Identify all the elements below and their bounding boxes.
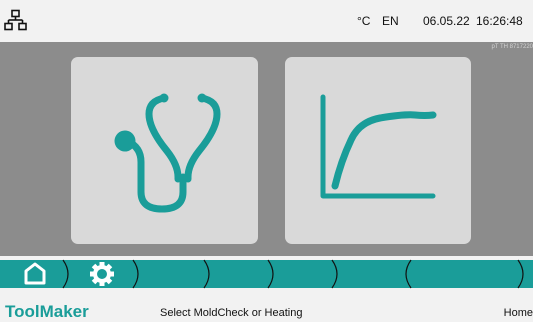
brand-label: ToolMaker xyxy=(5,302,89,321)
status-bar: ToolMaker Select MoldCheck or Heating Ho… xyxy=(0,292,533,322)
date-display: 06.05.22 xyxy=(423,14,470,28)
serial-number: pT TH 8717220 xyxy=(491,44,533,50)
nav-slot-5-button[interactable] xyxy=(272,260,334,288)
top-bar: °C EN 06.05.22 16:26:48 xyxy=(0,0,533,42)
heating-card[interactable] xyxy=(285,57,471,244)
moldcheck-card[interactable] xyxy=(71,57,258,244)
temperature-unit[interactable]: °C xyxy=(357,14,370,28)
heating-curve-icon xyxy=(320,94,437,199)
status-message: Select MoldCheck or Heating xyxy=(160,307,303,319)
nav-home-button[interactable] xyxy=(0,260,66,288)
screen-name: Home xyxy=(503,307,533,319)
language-selector[interactable]: EN xyxy=(382,14,399,28)
nav-slot-7-button[interactable] xyxy=(520,260,533,288)
bottom-navigation xyxy=(0,256,533,292)
nav-slot-3-button[interactable] xyxy=(138,260,206,288)
stethoscope-icon xyxy=(114,93,221,213)
network-icon[interactable] xyxy=(4,9,28,33)
nav-slot-4-button[interactable] xyxy=(208,260,270,288)
nav-settings-button[interactable] xyxy=(70,260,136,288)
nav-slot-6-button[interactable] xyxy=(402,260,518,288)
time-display: 16:26:48 xyxy=(476,14,523,28)
home-icon xyxy=(24,262,46,285)
gear-icon xyxy=(90,262,114,286)
